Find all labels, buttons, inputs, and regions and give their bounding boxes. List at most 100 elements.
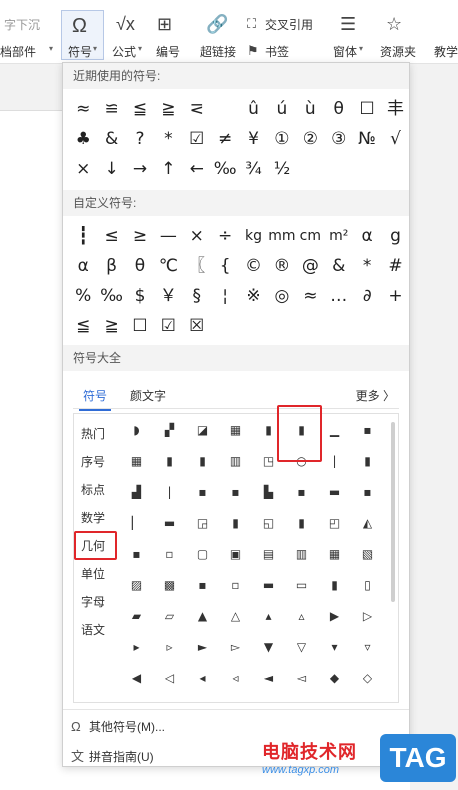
symbol-cell[interactable]: ▱ (153, 602, 186, 630)
symbol-cell[interactable]: → (126, 155, 154, 183)
symbol-cell[interactable]: ▼ (252, 633, 285, 661)
symbol-cell[interactable]: ≧ (97, 312, 125, 340)
symbol-cell[interactable]: ※ (239, 282, 267, 310)
symbol-cell[interactable]: & (325, 252, 353, 280)
symbol-cell[interactable]: ┇ (69, 222, 97, 250)
symbol-cell[interactable]: ▯ (351, 571, 384, 599)
symbol-cell[interactable]: α (353, 222, 381, 250)
symbol-cell[interactable]: ▦ (219, 416, 252, 444)
formula-dropdown-arrow[interactable]: ▾ (138, 44, 142, 53)
symbol-button[interactable]: 符号 (68, 43, 92, 60)
symbol-cell[interactable]: ▮ (219, 509, 252, 537)
symbol-cell[interactable]: ≤ (97, 222, 125, 250)
symbol-cell[interactable]: ☑ (183, 125, 211, 153)
crossref-button[interactable]: 交叉引用 (265, 16, 313, 33)
symbol-cell[interactable]: ‰ (211, 155, 239, 183)
symbol-cell[interactable]: g (381, 222, 409, 250)
hyperlink-button[interactable]: 超链接 (200, 43, 236, 60)
symbol-cell[interactable]: ◇ (351, 664, 384, 692)
symbol-cell[interactable]: ▟ (120, 478, 153, 506)
symbol-cell[interactable]: | (318, 447, 351, 475)
symbol-cell[interactable]: … (325, 282, 353, 310)
drop-cap-label[interactable]: 字下沉 (4, 16, 40, 33)
symbol-cell[interactable]: — (154, 222, 182, 250)
symbol-cell[interactable]: ▴ (252, 602, 285, 630)
symbol-cell[interactable]: ▨ (120, 571, 153, 599)
symbol-cell[interactable]: ≈ (69, 95, 97, 123)
symbol-cell[interactable]: ½ (268, 155, 296, 183)
symbol-cell[interactable]: ◀ (120, 664, 153, 692)
symbol-cell[interactable]: ▿ (351, 633, 384, 661)
symbol-cell[interactable]: ◆ (318, 664, 351, 692)
symbol-cell[interactable]: û (239, 95, 267, 123)
symbol-cell[interactable]: × (69, 155, 97, 183)
symbol-cell[interactable]: ▮ (285, 509, 318, 537)
symbol-cell[interactable]: ▫ (219, 571, 252, 599)
symbol-cell[interactable]: ← (183, 155, 211, 183)
symbol-cell[interactable]: θ (325, 95, 353, 123)
form-dropdown-arrow[interactable]: ▾ (359, 44, 363, 53)
symbol-cell[interactable]: | (153, 478, 186, 506)
symbol-cell[interactable]: @ (296, 252, 324, 280)
category-sequence[interactable]: 序号 (81, 453, 105, 470)
symbol-cell[interactable]: ▙ (252, 478, 285, 506)
symbol-cell[interactable]: ▬ (318, 478, 351, 506)
symbol-cell[interactable]: ◅ (285, 664, 318, 692)
symbol-cell[interactable]: $ (126, 282, 154, 310)
symbol-cell[interactable]: ♣ (69, 125, 97, 153)
symbol-cell[interactable]: ▩ (153, 571, 186, 599)
symbol-cell[interactable]: { (211, 252, 239, 280)
symbol-cell[interactable]: ▸ (120, 633, 153, 661)
symbol-cell[interactable]: ≌ (97, 95, 125, 123)
symbol-cell[interactable]: ▏ (120, 509, 153, 537)
symbol-cell[interactable]: ▮ (153, 447, 186, 475)
symbol-cell[interactable]: ¥ (239, 125, 267, 153)
symbol-cell[interactable]: & (97, 125, 125, 153)
symbol-cell[interactable]: ≦ (69, 312, 97, 340)
symbol-cell[interactable]: 丰 (381, 95, 409, 123)
symbol-cell[interactable]: ▬ (252, 571, 285, 599)
symbol-cell[interactable]: ◰ (318, 509, 351, 537)
symbol-cell[interactable]: ▪ (186, 571, 219, 599)
symbol-cell[interactable]: × (183, 222, 211, 250)
symbol-cell[interactable]: ► (186, 633, 219, 661)
symbol-cell[interactable]: ↑ (154, 155, 182, 183)
category-punctuation[interactable]: 标点 (81, 481, 105, 498)
symbol-cell[interactable]: ▤ (252, 540, 285, 568)
symbol-cell[interactable]: ¦ (211, 282, 239, 310)
category-hot[interactable]: 热门 (81, 425, 105, 442)
symbol-cell[interactable]: ▪ (186, 478, 219, 506)
symbol-cell[interactable]: ◎ (268, 282, 296, 310)
symbol-cell[interactable]: ◄ (252, 664, 285, 692)
symbol-cell[interactable]: № (353, 125, 381, 153)
symbol-dropdown-arrow[interactable]: ▾ (93, 44, 97, 53)
symbol-cell[interactable]: ‰ (97, 282, 125, 310)
symbol-cell[interactable]: ☑ (154, 312, 182, 340)
symbol-cell[interactable]: ▻ (219, 633, 252, 661)
category-letters[interactable]: 字母 (81, 593, 105, 610)
symbol-cell[interactable]: © (239, 252, 267, 280)
symbol-cell[interactable]: ▪ (219, 478, 252, 506)
number-button[interactable]: 编号 (156, 43, 180, 60)
symbol-cell[interactable]: § (183, 282, 211, 310)
symbol-cell[interactable]: cm (296, 222, 324, 250)
symbol-cell[interactable]: ⋜ (183, 95, 211, 123)
symbol-cell[interactable]: mm (268, 222, 296, 250)
symbol-cell[interactable]: β (97, 252, 125, 280)
symbol-cell[interactable]: ◲ (186, 509, 219, 537)
symbol-cell[interactable]: ☐ (353, 95, 381, 123)
symbol-cell[interactable]: ◭ (351, 509, 384, 537)
symbol-cell[interactable]: ? (126, 125, 154, 153)
symbol-cell[interactable]: ◪ (186, 416, 219, 444)
symbol-cell[interactable]: ▢ (186, 540, 219, 568)
category-chinese[interactable]: 语文 (81, 621, 105, 638)
symbol-cell[interactable]: ▹ (153, 633, 186, 661)
symbol-cell[interactable] (211, 95, 239, 123)
symbol-cell[interactable]: ▽ (285, 633, 318, 661)
symbol-cell[interactable]: ▮ (186, 447, 219, 475)
symbol-cell[interactable]: ② (296, 125, 324, 153)
category-units[interactable]: 单位 (81, 565, 105, 582)
doc-parts-dropdown-arrow[interactable]: ▾ (49, 44, 53, 53)
symbol-cell[interactable]: ▞ (153, 416, 186, 444)
symbol-cell[interactable]: ▪ (351, 416, 384, 444)
